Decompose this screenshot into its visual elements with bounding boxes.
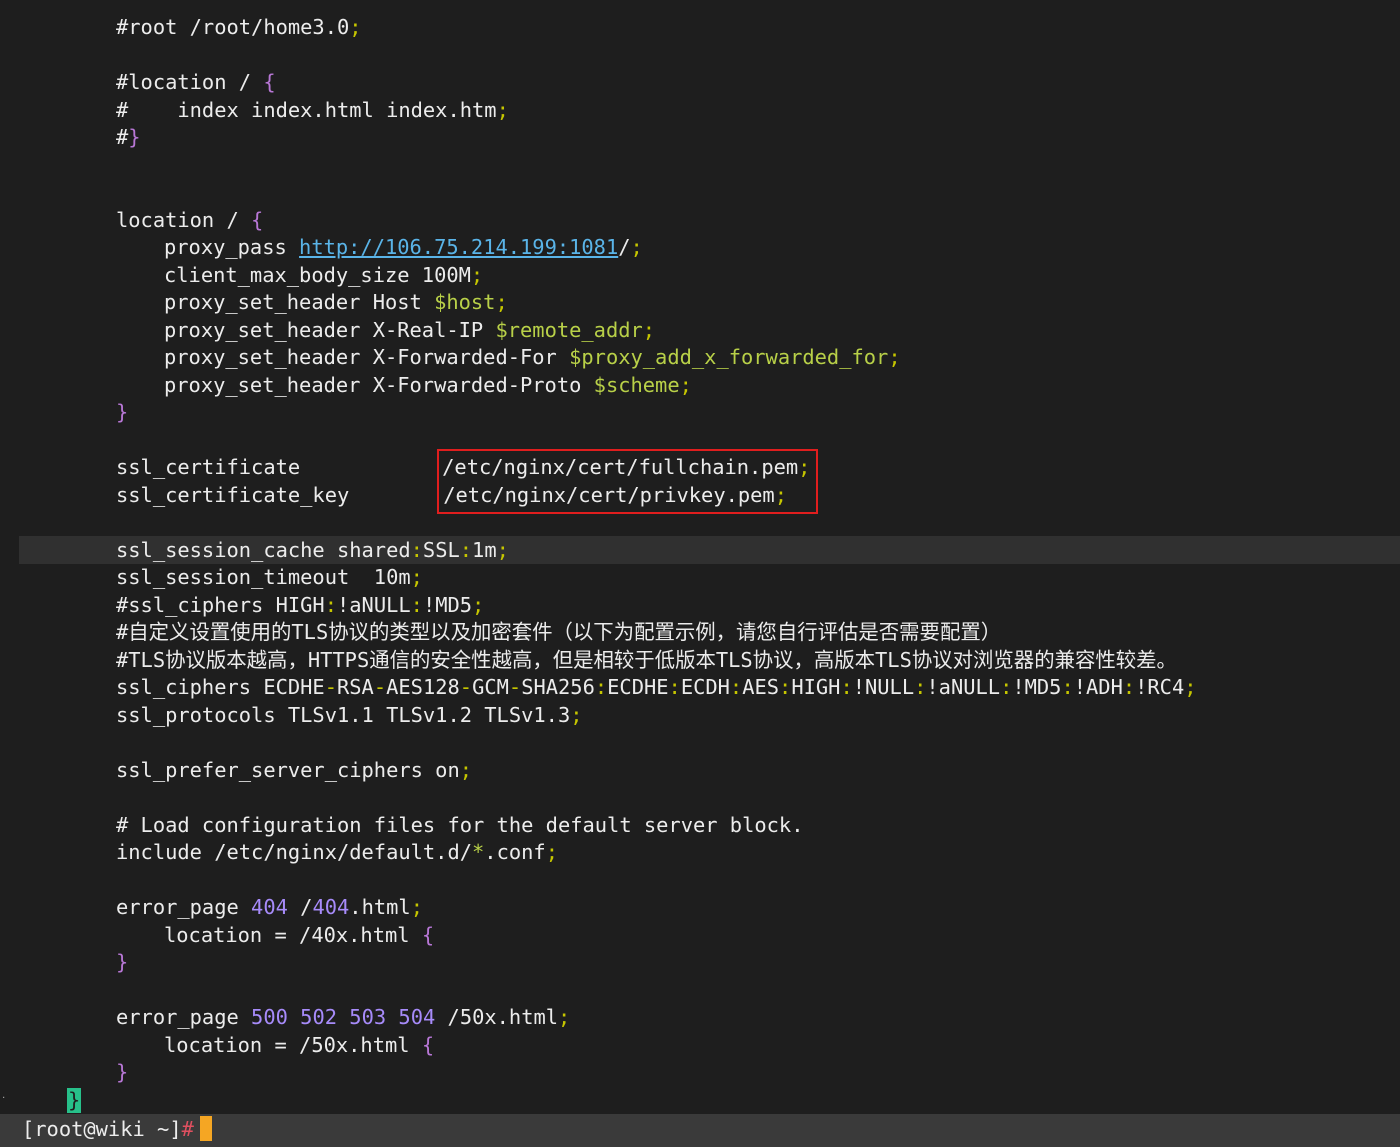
number-token: 404: [251, 895, 288, 919]
variable-token: $scheme: [593, 373, 680, 397]
code-text: proxy_set_header X-Forwarded-Proto: [164, 373, 594, 397]
code-text: #location /: [116, 70, 264, 94]
variable-token: $host: [434, 290, 496, 314]
code-line: }: [116, 400, 129, 424]
code-line: ssl_ciphers ECDHE-RSA-AES128-GCM-SHA256:…: [116, 675, 1197, 699]
variable-token: $proxy_add_x_forwarded_for: [569, 345, 889, 369]
code-text: ssl_session_cache shared: [116, 538, 411, 562]
code-line: proxy_pass http://106.75.214.199:1081/;: [164, 235, 643, 259]
code-text: !RC4: [1135, 675, 1185, 699]
code-text: /: [287, 895, 313, 919]
left-tick-mark: ˙: [0, 1095, 8, 1109]
code-text: ssl_prefer_server_ciphers on: [116, 758, 460, 782]
shell-prompt-bar[interactable]: [root@wiki ~]#: [0, 1114, 1400, 1147]
code-line: location = /40x.html {: [164, 923, 435, 947]
code-line: include /etc/nginx/default.d/*.conf;: [116, 840, 558, 864]
code-text: proxy_set_header X-Real-IP: [164, 318, 496, 342]
number-token: 502: [300, 1005, 338, 1029]
code-text: /: [618, 235, 631, 259]
code-text: #: [116, 125, 129, 149]
code-line: ssl_session_cache shared:SSL:1m;: [116, 538, 509, 562]
code-text: location = /50x.html: [164, 1033, 422, 1057]
terminal-window[interactable]: #root /root/home3.0; #location / { # ind…: [0, 0, 1400, 1147]
code-line: }: [116, 1060, 129, 1084]
terminal-cursor[interactable]: [200, 1116, 212, 1141]
code-text: RSA: [336, 675, 374, 699]
comment-text: #TLS协议版本越高，HTTPS通信的安全性越高，但是相较于低版本TLS协议，高…: [116, 648, 1177, 672]
variable-token: $remote_addr: [495, 318, 643, 342]
code-line: proxy_set_header X-Forwarded-Proto $sche…: [164, 373, 692, 397]
code-text: .conf: [484, 840, 546, 864]
code-text: location = /40x.html: [164, 923, 422, 947]
comment-text: # Load configuration files for the defau…: [116, 813, 804, 837]
code-text: ssl_protocols TLSv1.1 TLSv1.2 TLSv1.3: [116, 703, 571, 727]
code-text: /50x.html: [435, 1005, 559, 1029]
code-text: ECDHE: [607, 675, 669, 699]
code-line: client_max_body_size 100M;: [164, 263, 484, 287]
code-line: }: [116, 950, 129, 974]
code-text: ssl_certificate: [116, 455, 301, 479]
prompt-text: [root@wiki ~]: [22, 1117, 182, 1141]
prompt-hash: #: [181, 1117, 194, 1141]
code-line: # index index.html index.htm;: [116, 98, 509, 122]
code-line: #location / {: [116, 70, 276, 94]
code-line: ssl_prefer_server_ciphers on;: [116, 758, 473, 782]
code-text: AES128: [386, 675, 460, 699]
code-line: error_page 500 502 503 504 /50x.html;: [116, 1005, 571, 1029]
code-text: GCM: [472, 675, 509, 699]
code-text: ECDH: [680, 675, 730, 699]
code-text: include /etc/nginx/default.d/: [116, 840, 473, 864]
number-token: 504: [398, 1005, 436, 1029]
code-line: location / {: [116, 208, 264, 232]
code-text: !ADH: [1073, 675, 1123, 699]
code-line: #}: [116, 125, 141, 149]
comment-text: #自定义设置使用的TLS协议的类型以及加密套件（以下为配置示例，请您自行评估是否…: [116, 620, 1002, 644]
code-text: AES: [742, 675, 780, 699]
code-text: proxy_pass: [164, 235, 300, 259]
code-text: #ssl_ciphers HIGH: [116, 593, 325, 617]
code-line: location = /50x.html {: [164, 1033, 435, 1057]
code-text: ssl_ciphers ECDHE: [116, 675, 325, 699]
shell-prompt: [root@wiki ~]#: [22, 1114, 194, 1144]
code-text: !MD5: [1012, 675, 1062, 699]
code-text: !NULL: [852, 675, 915, 699]
code-text: !aNULL: [926, 675, 1001, 699]
code-text: SSL: [422, 538, 460, 562]
code-text: .html: [349, 895, 411, 919]
code-text: ssl_certificate_key: [116, 483, 350, 507]
code-line: #root /root/home3.0;: [116, 15, 362, 39]
code-line: proxy_set_header Host $host;: [164, 290, 508, 314]
code-text: SHA256: [521, 675, 595, 699]
highlight-box: [437, 449, 818, 514]
code-text: HIGH: [791, 675, 841, 699]
code-line: # Load configuration files for the defau…: [0, 812, 1400, 840]
code-line: #自定义设置使用的TLS协议的类型以及加密套件（以下为配置示例，请您自行评估是否…: [0, 619, 1400, 647]
code-text: error_page: [116, 1005, 252, 1029]
code-line: ssl_protocols TLSv1.1 TLSv1.2 TLSv1.3;: [116, 703, 583, 727]
code-text: error_page: [116, 895, 252, 919]
code-text: !aNULL: [336, 593, 411, 617]
code-text: proxy_set_header Host: [164, 290, 435, 314]
code-text: # index index.html index.htm: [116, 98, 497, 122]
code-line: proxy_set_header X-Forwarded-For $proxy_…: [164, 345, 901, 369]
code-line: proxy_set_header X-Real-IP $remote_addr;: [164, 318, 656, 342]
code-text: proxy_set_header X-Forwarded-For: [164, 345, 570, 369]
code-line: #TLS协议版本越高，HTTPS通信的安全性越高，但是相较于低版本TLS协议，高…: [0, 647, 1400, 675]
code-line: error_page 404 /404.html;: [116, 895, 423, 919]
code-text: 1m: [472, 538, 497, 562]
code-text: location /: [116, 208, 252, 232]
code-line: #ssl_ciphers HIGH:!aNULL:!MD5;: [116, 593, 485, 617]
number-token: 404: [312, 895, 350, 919]
code-line: ssl_session_timeout 10m;: [116, 565, 423, 589]
proxy-url-link[interactable]: http://106.75.214.199:1081: [299, 235, 618, 259]
number-token: 500: [251, 1005, 288, 1029]
matching-brace-cursor: }: [67, 1088, 82, 1113]
code-text: !MD5: [422, 593, 473, 617]
code-text: ssl_session_timeout 10m: [116, 565, 411, 589]
number-token: 503: [349, 1005, 387, 1029]
code-text: #root /root/home3.0: [116, 15, 350, 39]
code-text: client_max_body_size 100M: [164, 263, 471, 287]
